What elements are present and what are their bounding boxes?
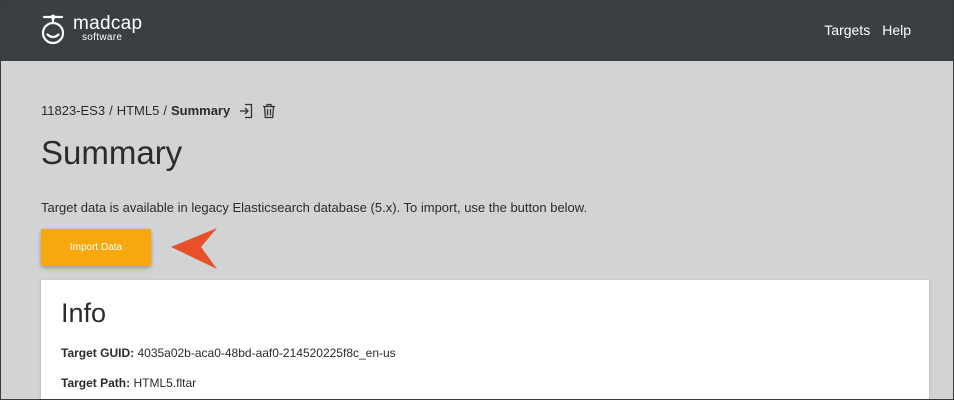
madcap-logo-icon	[41, 14, 65, 45]
target-path-row: Target Path: HTML5.fltar	[61, 375, 196, 391]
target-path-value: HTML5.fltar	[133, 376, 197, 390]
info-card: Info Target GUID: 4035a02b-aca0-48bd-aaf…	[41, 280, 929, 399]
import-data-button[interactable]: Import Data	[41, 229, 151, 266]
breadcrumb-separator: /	[163, 103, 167, 118]
target-path-label: Target Path:	[61, 376, 131, 390]
breadcrumb-separator: /	[109, 103, 113, 118]
breadcrumb-target[interactable]: HTML5	[117, 102, 160, 120]
target-guid-row: Target GUID: 4035a02b-aca0-48bd-aaf0-214…	[61, 345, 396, 361]
info-title: Info	[61, 298, 107, 328]
trash-icon[interactable]	[262, 103, 276, 119]
callout-arrow-icon	[171, 228, 217, 269]
export-icon[interactable]	[239, 103, 253, 119]
page-title: Summary	[41, 134, 183, 171]
breadcrumb-current: Summary	[170, 103, 231, 118]
nav-targets-link[interactable]: Targets	[824, 21, 870, 39]
logo-subtext: software	[82, 32, 123, 43]
logo-wordmark: madcap	[73, 13, 143, 34]
top-bar: madcap software Targets Help	[1, 1, 953, 61]
nav-help-link[interactable]: Help	[882, 21, 911, 39]
legacy-data-message: Target data is available in legacy Elast…	[41, 200, 588, 215]
breadcrumb: 11823-ES3 / HTML5 / Summary	[41, 102, 276, 120]
top-nav: Targets Help	[824, 21, 911, 39]
madcap-logo[interactable]: madcap software	[39, 13, 159, 47]
target-guid-label: Target GUID:	[61, 346, 135, 360]
breadcrumb-project[interactable]: 11823-ES3	[41, 102, 105, 120]
app-window: madcap software Targets Help 11823-ES3 /…	[0, 0, 954, 400]
target-guid-value: 4035a02b-aca0-48bd-aaf0-214520225f8c_en-…	[137, 346, 396, 360]
